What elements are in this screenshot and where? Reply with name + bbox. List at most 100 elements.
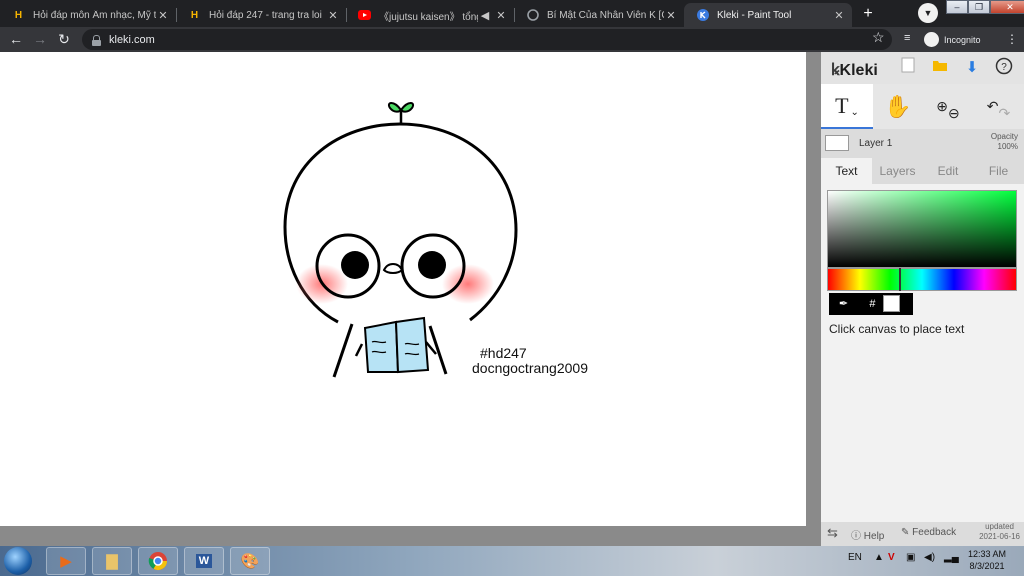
- feedback-button[interactable]: ✎ Feedback: [901, 527, 956, 538]
- close-icon[interactable]: ✕: [156, 9, 170, 22]
- updated-label: updated: [985, 522, 1014, 531]
- text-tool-button[interactable]: T ⌄: [821, 84, 873, 129]
- chevron-down-icon: ⌄: [850, 107, 859, 118]
- help-circle-icon: ⓘ: [851, 531, 861, 542]
- kleki-icon: [696, 9, 709, 22]
- bookmark-star-icon[interactable]: ☆: [872, 29, 885, 46]
- help-button[interactable]: ⓘ Help: [851, 527, 884, 542]
- tray-expand-icon[interactable]: ▲: [874, 552, 884, 563]
- kleki-side-panel: ꝃKleki ⬇ ? T ⌄ ✋ ⊕ ⊖ ↶ ↷ Layer 1 Opacity…: [821, 52, 1024, 546]
- tab-title: Hỏi đáp môn Âm nhạc, Mỹ thuật: [33, 9, 156, 21]
- help-circle-icon[interactable]: ?: [993, 57, 1015, 79]
- tab-text[interactable]: Text: [821, 158, 872, 184]
- drawing-canvas[interactable]: #hd247 docngoctrang2009: [0, 52, 806, 526]
- new-tab-button[interactable]: +: [858, 4, 878, 24]
- updated-info: updated 2021-06-16: [979, 522, 1020, 542]
- network-tray-icon[interactable]: ▣: [906, 552, 915, 563]
- tab-edit[interactable]: Edit: [923, 158, 973, 184]
- undo-redo-buttons[interactable]: ↶ ↷: [973, 84, 1024, 129]
- tab-hoidap-247[interactable]: H Hỏi đáp 247 - trang tra loi ✕: [176, 3, 346, 27]
- tab-title: Kleki - Paint Tool: [717, 9, 792, 21]
- feedback-icon: ✎: [901, 527, 910, 538]
- open-folder-icon[interactable]: [929, 57, 951, 79]
- restore-button[interactable]: ❐: [968, 0, 990, 14]
- close-icon[interactable]: ✕: [326, 9, 340, 22]
- chrome-app[interactable]: [138, 547, 178, 575]
- primary-color-swatch[interactable]: [883, 295, 900, 312]
- kleki-logo-icon: ꝃ: [831, 62, 840, 79]
- tab-hoidap-music[interactable]: H Hỏi đáp môn Âm nhạc, Mỹ thuật ✕: [0, 3, 176, 27]
- page-content: #hd247 docngoctrang2009 ꝃKleki ⬇ ? T ⌄ ✋…: [0, 52, 1024, 546]
- hue-slider-handle[interactable]: [899, 268, 901, 291]
- hoidap247-icon: H: [190, 9, 199, 21]
- incognito-icon: [924, 32, 939, 47]
- language-indicator[interactable]: EN: [848, 552, 862, 563]
- signal-tray-icon[interactable]: ▂▄: [944, 552, 959, 563]
- canvas-text-block: #hd247 docngoctrang2009: [472, 345, 588, 376]
- panel-footer: ⇆ ⓘ Help ✎ Feedback updated 2021-06-16: [821, 522, 1024, 546]
- panel-tabs: Text Layers Edit File: [821, 158, 1024, 184]
- file-explorer-app[interactable]: ▇: [92, 547, 132, 575]
- text-tool-label: T: [835, 92, 849, 118]
- close-window-button[interactable]: ✕: [990, 0, 1024, 14]
- media-control-icon[interactable]: ≡: [904, 32, 910, 44]
- windows-taskbar: ▶ ▇ W 🎨 EN ▲ V ▣ ◀) ▂▄ 12:33 AM 8/3/2021: [0, 546, 1024, 576]
- start-button[interactable]: [4, 547, 32, 575]
- address-bar[interactable]: kleki.com: [82, 29, 892, 50]
- close-icon[interactable]: ✕: [494, 9, 508, 22]
- kleki-header: ꝃKleki ⬇ ?: [821, 52, 1024, 84]
- tab-kleki[interactable]: Kleki - Paint Tool ✕: [684, 3, 852, 27]
- layer-row[interactable]: Layer 1 Opacity 100%: [821, 132, 1024, 156]
- zoom-buttons[interactable]: ⊕ ⊖: [923, 84, 973, 129]
- tab-search-icon[interactable]: ▼: [918, 3, 938, 23]
- word-icon: W: [195, 554, 213, 568]
- word-app[interactable]: W: [184, 547, 224, 575]
- speaker-icon[interactable]: ◀: [478, 9, 492, 22]
- saturation-value-picker[interactable]: [827, 190, 1017, 268]
- svg-text:?: ?: [1001, 62, 1007, 73]
- reload-button[interactable]: ↻: [54, 30, 74, 50]
- opacity-label: Opacity: [990, 132, 1018, 141]
- layer-thumbnail: [825, 135, 849, 151]
- new-image-icon[interactable]: [897, 57, 919, 79]
- tab-youtube[interactable]: 《jujutsu kaisen》 tổng hợp ◀ ✕: [346, 3, 514, 27]
- minimize-button[interactable]: –: [946, 0, 968, 14]
- tool-row: T ⌄ ✋ ⊕ ⊖ ↶ ↷: [821, 84, 1024, 129]
- comic-site-icon: [526, 9, 539, 22]
- system-clock[interactable]: 12:33 AM 8/3/2021: [962, 548, 1012, 572]
- tab-layers[interactable]: Layers: [872, 158, 923, 184]
- incognito-badge[interactable]: Incognito: [924, 31, 981, 48]
- eyedropper-icon[interactable]: ✒: [829, 293, 858, 315]
- drawing: [283, 102, 518, 378]
- paint-app[interactable]: 🎨: [230, 547, 270, 575]
- canvas-text-hashtag: #hd247: [480, 345, 527, 361]
- canvas-text-username: docngoctrang2009: [472, 360, 588, 376]
- antivirus-tray-icon[interactable]: V: [888, 552, 895, 563]
- feedback-label: Feedback: [912, 527, 957, 538]
- close-icon[interactable]: ✕: [664, 9, 678, 22]
- chrome-icon: [148, 552, 167, 571]
- layer-name: Layer 1: [859, 138, 893, 149]
- kleki-logo[interactable]: ꝃKleki: [831, 58, 878, 80]
- redo-icon[interactable]: ↷: [999, 105, 1011, 122]
- forward-button[interactable]: →: [30, 30, 50, 50]
- hand-tool-button[interactable]: ✋: [873, 84, 923, 129]
- volume-tray-icon[interactable]: ◀): [924, 552, 935, 563]
- zoom-in-icon[interactable]: ⊕: [936, 98, 948, 115]
- back-button[interactable]: ←: [6, 30, 26, 50]
- media-player-app[interactable]: ▶: [46, 547, 86, 575]
- hue-slider[interactable]: [827, 268, 1017, 291]
- text-tool-hint: Click canvas to place text: [829, 322, 965, 336]
- menu-kebab-icon[interactable]: ⋮: [1006, 32, 1018, 46]
- address-url: kleki.com: [109, 33, 155, 46]
- tab-file[interactable]: File: [973, 158, 1024, 184]
- lock-icon: [92, 34, 101, 46]
- tab-comic[interactable]: Bí Mật Của Nhân Viên K [Chap ✕: [514, 3, 684, 27]
- close-icon[interactable]: ✕: [832, 9, 846, 22]
- zoom-out-icon[interactable]: ⊖: [948, 105, 960, 122]
- swap-sides-icon[interactable]: ⇆: [827, 525, 838, 541]
- download-icon[interactable]: ⬇: [961, 57, 983, 79]
- undo-icon[interactable]: ↶: [987, 98, 999, 115]
- color-tools: ✒ #: [829, 293, 913, 315]
- hoidap247-icon: H: [14, 9, 23, 21]
